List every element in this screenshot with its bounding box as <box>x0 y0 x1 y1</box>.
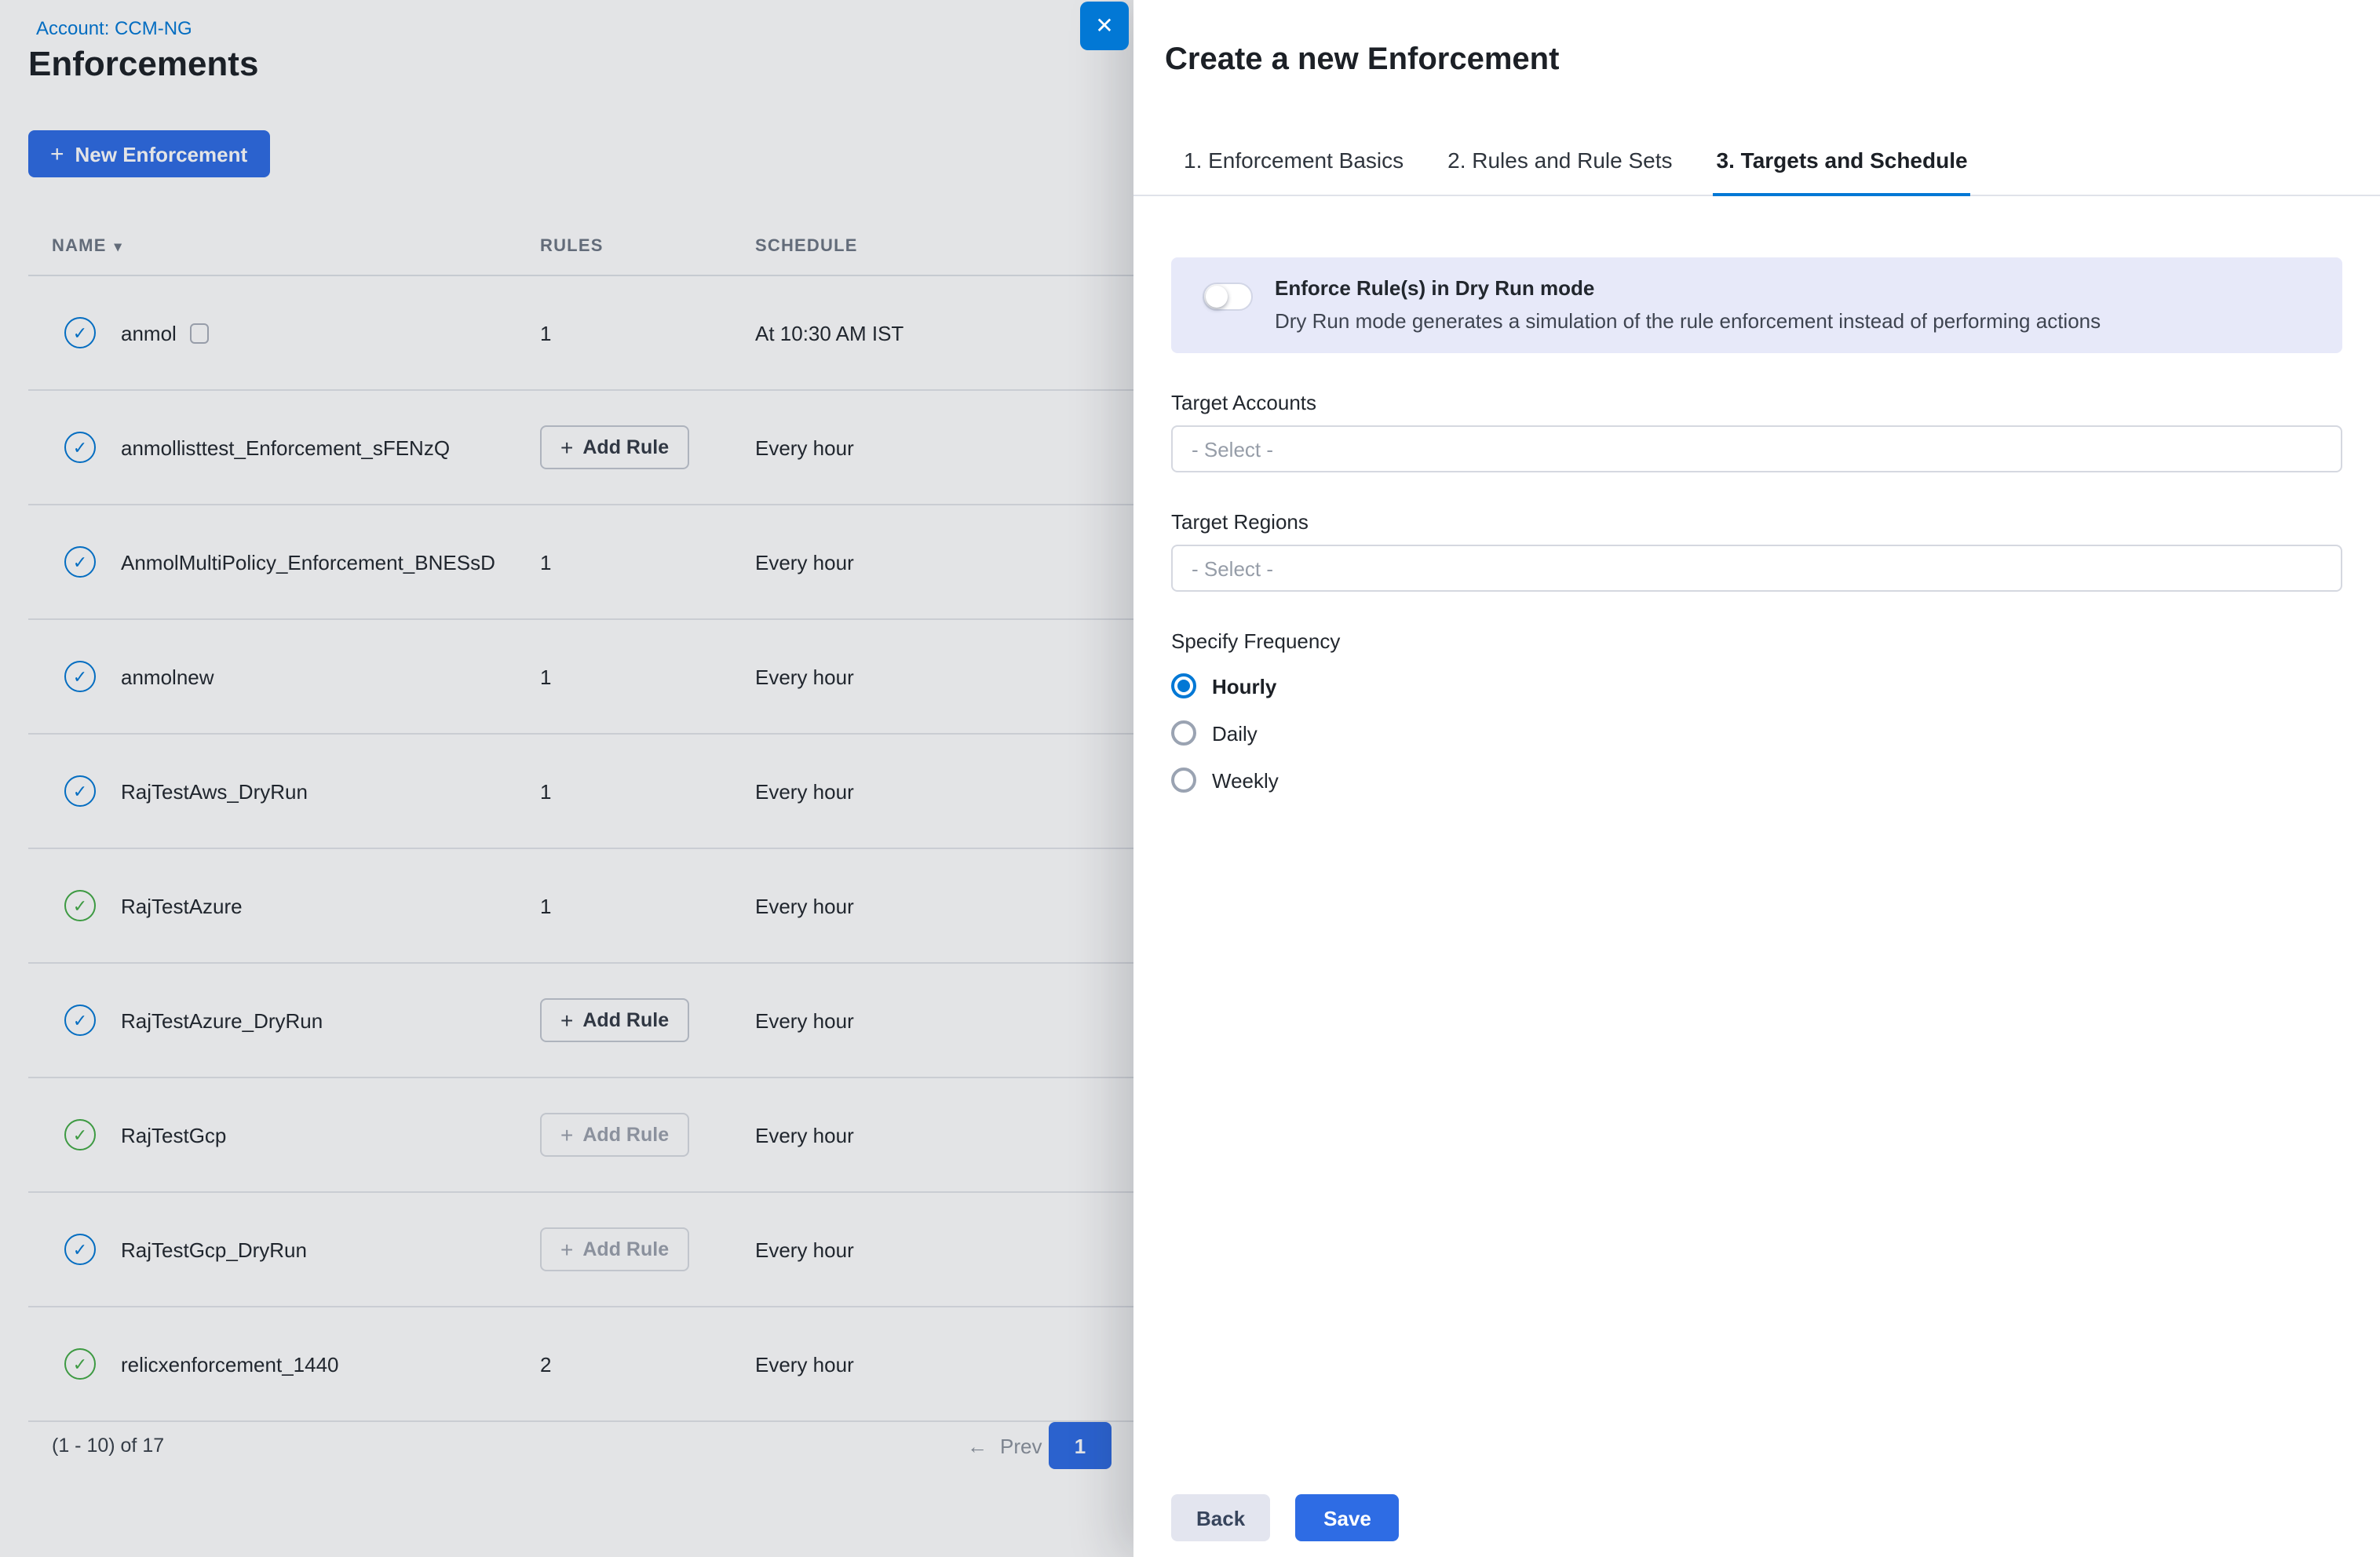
back-button[interactable]: Back <box>1171 1494 1270 1541</box>
radio-label: Daily <box>1212 721 1258 745</box>
frequency-options: Hourly Daily Weekly <box>1171 672 2342 794</box>
frequency-option-hourly[interactable]: Hourly <box>1171 672 2342 700</box>
tab-3-targets-and-schedule[interactable]: 3. Targets and Schedule <box>1714 148 1971 196</box>
close-icon: ✕ <box>1095 13 1113 39</box>
frequency-option-daily[interactable]: Daily <box>1171 719 2342 747</box>
tab-2-rules-and-rule-sets[interactable]: 2. Rules and Rule Sets <box>1444 148 1675 196</box>
radio-label: Weekly <box>1212 768 1279 792</box>
drawer-tabs: 1. Enforcement Basics 2. Rules and Rule S… <box>1133 148 2380 196</box>
target-accounts-label: Target Accounts <box>1171 391 2342 414</box>
frequency-label: Specify Frequency <box>1171 629 2342 653</box>
target-accounts-placeholder: - Select - <box>1192 437 1273 461</box>
dry-run-toggle[interactable] <box>1203 283 1253 311</box>
radio-label: Hourly <box>1212 674 1276 698</box>
radio-icon[interactable] <box>1171 673 1196 698</box>
create-enforcement-drawer: Create a new Enforcement 1. Enforcement … <box>1133 0 2380 1557</box>
close-drawer-button[interactable]: ✕ <box>1080 2 1129 50</box>
radio-icon[interactable] <box>1171 768 1196 793</box>
tab-1-enforcement-basics[interactable]: 1. Enforcement Basics <box>1181 148 1407 196</box>
toggle-knob-icon <box>1206 286 1228 308</box>
target-regions-label: Target Regions <box>1171 510 2342 534</box>
screen: Account: CCM-NG Enforcements + New Enfor… <box>0 0 2380 1557</box>
radio-icon[interactable] <box>1171 720 1196 746</box>
drawer-title: Create a new Enforcement <box>1165 42 1559 78</box>
dry-run-description: Dry Run mode generates a simulation of t… <box>1275 309 2101 333</box>
dry-run-title: Enforce Rule(s) in Dry Run mode <box>1275 276 2101 300</box>
target-regions-placeholder: - Select - <box>1192 556 1273 580</box>
frequency-option-weekly[interactable]: Weekly <box>1171 766 2342 794</box>
drawer-footer: Back Save <box>1171 1494 1400 1541</box>
dry-run-banner: Enforce Rule(s) in Dry Run mode Dry Run … <box>1171 257 2342 353</box>
target-accounts-select[interactable]: - Select - <box>1171 425 2342 472</box>
save-button[interactable]: Save <box>1295 1494 1400 1541</box>
drawer-content: Enforce Rule(s) in Dry Run mode Dry Run … <box>1171 198 2342 794</box>
target-regions-select[interactable]: - Select - <box>1171 545 2342 592</box>
dry-run-text: Enforce Rule(s) in Dry Run mode Dry Run … <box>1275 276 2101 333</box>
